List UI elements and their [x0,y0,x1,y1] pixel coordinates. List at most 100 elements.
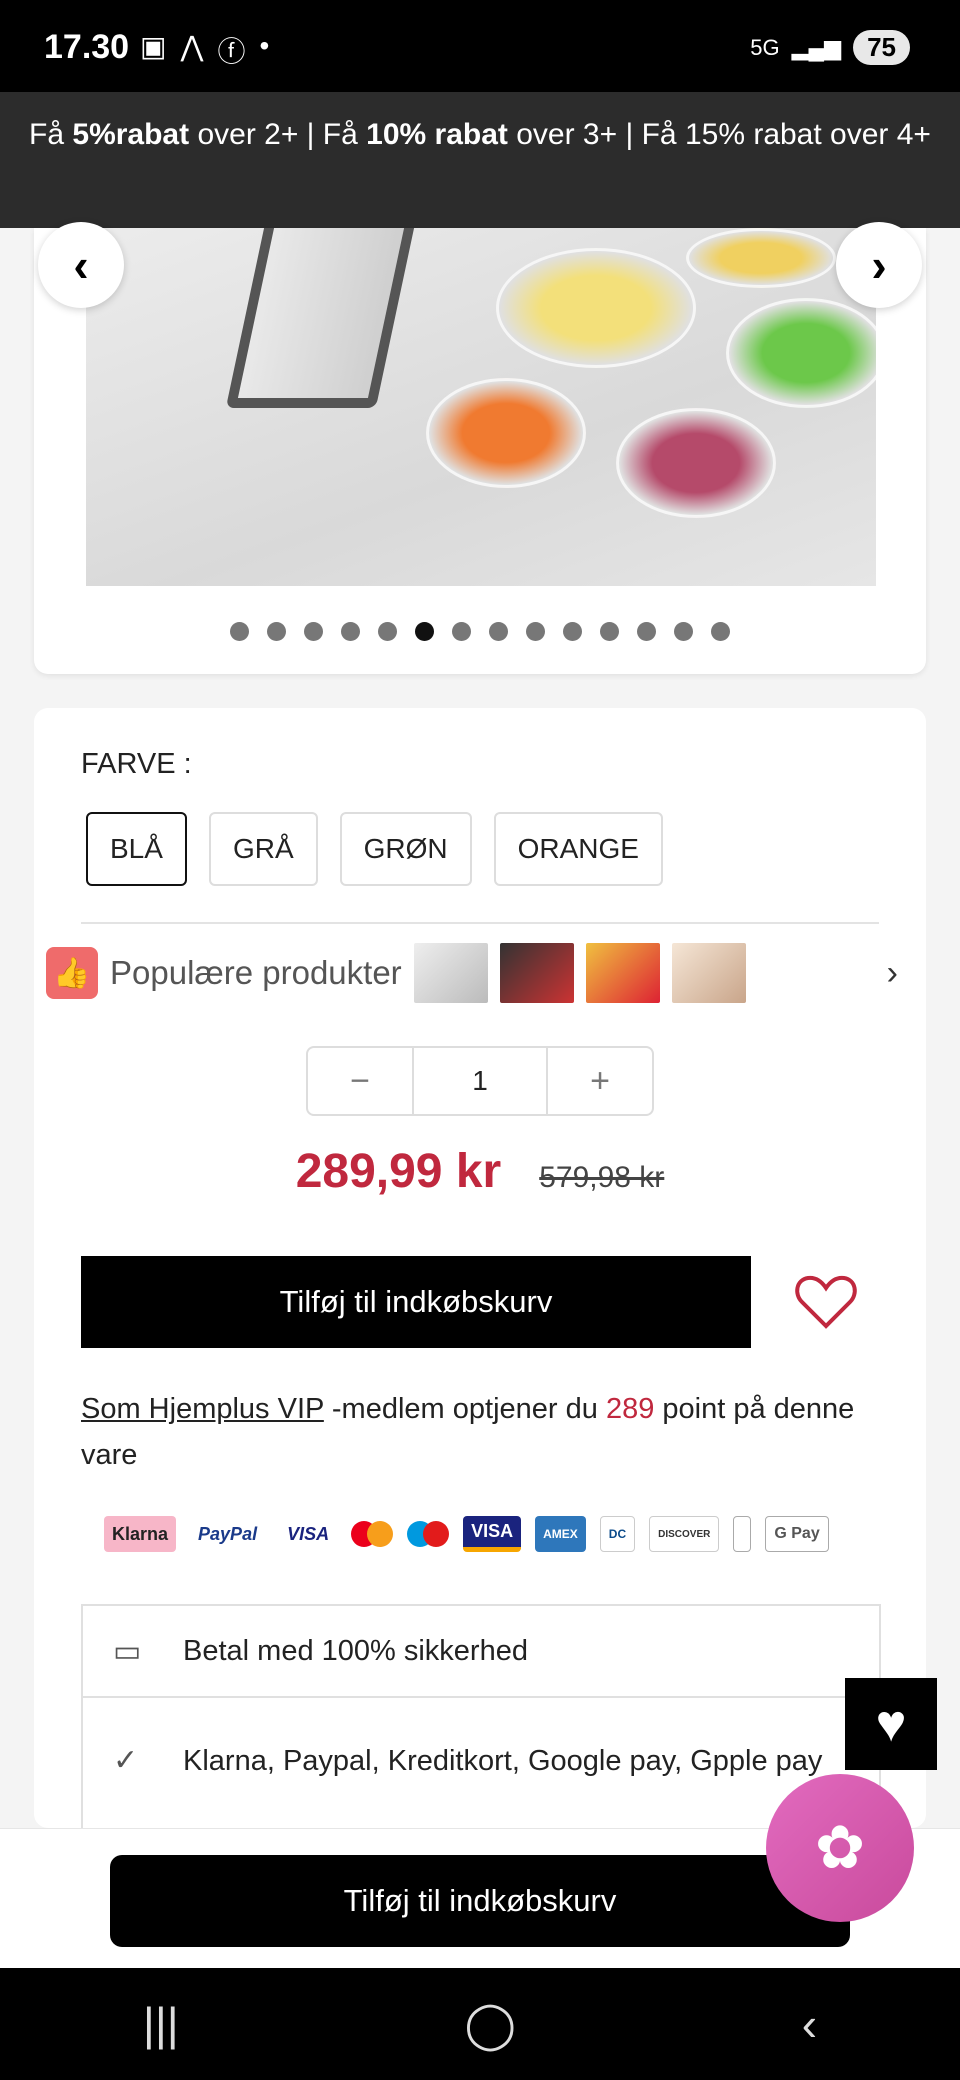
popular-product-thumb[interactable] [585,943,660,1003]
bowl-yellow [686,228,836,288]
bowl-potato [496,248,696,368]
vip-text: -medlem optjener du [323,1393,606,1425]
battery-icon: 75 [853,30,910,65]
wallet-icon: ▭ [113,1634,142,1668]
product-gallery: ‹ › [34,222,926,674]
facebook-icon: ⓕ [217,36,246,67]
color-option-gra[interactable]: GRÅ [208,812,318,886]
gallery-dot[interactable] [415,622,434,641]
back-icon[interactable]: ‹ [802,1997,817,2051]
promo-text-3: over 3+ | Få 15% rabat over 4+ [507,118,931,151]
vip-points: 289 [605,1393,655,1425]
divider [81,922,879,924]
gallery-dot[interactable] [489,622,508,641]
chevron-right-icon[interactable]: › [887,954,898,993]
color-option-bla[interactable]: BLÅ [86,812,187,886]
system-icons: 5G ▂▄▆ 75 [750,30,910,65]
price-row: 289,99 kr 579,98 kr [34,1144,926,1199]
features-box: ▭ Betal med 100% sikkerhed ✓ Klarna, Pay… [81,1604,881,1840]
grater-illustration [225,228,417,408]
gallery-dot[interactable] [267,622,286,641]
home-icon[interactable]: ◯ [465,1997,516,2051]
next-image-button[interactable]: › [836,222,922,308]
signal-icon: ▂▄▆ [791,34,842,60]
gallery-dot[interactable] [600,622,619,641]
network-label: 5G [750,34,780,60]
chevron-right-icon: › [871,239,887,291]
decrease-quantity-button[interactable]: − [308,1048,412,1114]
gallery-dots [34,622,926,641]
add-to-cart-button[interactable]: Tilføj til indkøbskurv [81,1256,751,1348]
promo-bold-1: 5%rabat [72,118,190,151]
color-option-orange[interactable]: ORANGE [493,812,663,886]
mastercard-logo [351,1516,394,1552]
gallery-dot[interactable] [452,622,471,641]
system-nav-bar: ||| ◯ ‹ [0,1968,960,2080]
bowl-onion [616,408,776,518]
color-option-gron[interactable]: GRØN [339,812,472,886]
bowl-pepper [726,298,876,408]
diners-logo: DC [599,1516,636,1552]
gallery-dot[interactable] [304,622,323,641]
popular-product-thumb[interactable] [671,943,746,1003]
visa-logo: VISA [287,1523,330,1544]
navigation-icon: ⋀ [180,31,204,62]
gallery-dot[interactable] [563,622,582,641]
original-price: 579,98 kr [539,1161,665,1194]
promo-text-2: over 2+ | Få [189,118,367,151]
gallery-dot[interactable] [378,622,397,641]
popular-products-row[interactable]: 👍 Populære produkter › [46,940,916,1006]
promo-bold-2: 10% rabat [366,118,508,151]
popular-product-thumb[interactable] [413,943,488,1003]
discover-logo: DISCOVER [649,1516,720,1552]
notification-icons: ▣ ⋀ ⓕ • [140,30,269,70]
popular-product-thumb[interactable] [499,943,574,1003]
flower-icon: ✿ [814,1814,866,1881]
gallery-dot[interactable] [341,622,360,641]
gallery-dot[interactable] [526,622,545,641]
amex-logo: AMEX [535,1516,586,1552]
gallery-dot[interactable] [674,622,693,641]
gallery-dot[interactable] [230,622,249,641]
google-pay-logo: G Pay [765,1516,829,1552]
vip-link[interactable]: Som Hjemplus VIP [81,1393,324,1425]
visa-electron-logo: VISA [463,1516,522,1552]
recent-apps-icon[interactable]: ||| [143,1997,179,2051]
feature-secure: ▭ Betal med 100% sikkerhed [83,1606,879,1698]
quantity-value[interactable]: 1 [412,1048,548,1114]
paypal-logo: PayPal [198,1523,258,1544]
heart-icon[interactable] [794,1274,858,1330]
klarna-logo: Klarna [104,1516,177,1552]
payment-methods: Klarna PayPal VISA VISA AMEX DC DISCOVER… [104,1516,829,1552]
maestro-logo [407,1516,450,1552]
more-dot-icon: • [259,30,270,61]
chevron-left-icon: ‹ [73,239,89,291]
product-card: FARVE : BLÅ GRÅ GRØN ORANGE 👍 Populære p… [34,708,926,1840]
feature-text: Betal med 100% sikkerhed [183,1634,528,1667]
heart-icon: ♥ [875,1695,907,1753]
popular-products-label: Populære produkter [110,954,402,991]
current-price: 289,99 kr [295,1145,502,1198]
bowl-carrot [426,378,586,488]
quantity-stepper: − 1 + [306,1046,654,1116]
gallery-dot[interactable] [637,622,656,641]
thumbs-up-icon: 👍 [46,947,98,999]
promo-banner: Få 5%rabat over 2+ | Få 10% rabat over 3… [0,92,960,228]
color-label: FARVE : [81,748,192,780]
promo-text: Få [29,118,73,151]
prev-image-button[interactable]: ‹ [38,222,124,308]
shield-check-icon: ✓ [113,1744,139,1777]
status-bar: 17.30 ▣ ⋀ ⓕ • 5G ▂▄▆ 75 [0,0,960,92]
feature-payments: ✓ Klarna, Paypal, Kreditkort, Google pay… [83,1698,879,1838]
product-image[interactable] [86,228,876,586]
color-options: BLÅ GRÅ GRØN ORANGE [86,812,663,886]
wishlist-float-button[interactable]: ♥ [845,1678,937,1770]
clock: 17.30 [44,28,130,66]
increase-quantity-button[interactable]: + [548,1048,652,1114]
apple-pay-logo [733,1516,752,1552]
vip-points-text: Som Hjemplus VIP -medlem optjener du 289… [81,1386,881,1478]
gallery-dot[interactable] [711,622,730,641]
loyalty-widget-button[interactable]: ✿ [766,1774,914,1922]
sticky-add-to-cart-button[interactable]: Tilføj til indkøbskurv [110,1855,850,1947]
screenshot-icon: ▣ [140,31,167,62]
